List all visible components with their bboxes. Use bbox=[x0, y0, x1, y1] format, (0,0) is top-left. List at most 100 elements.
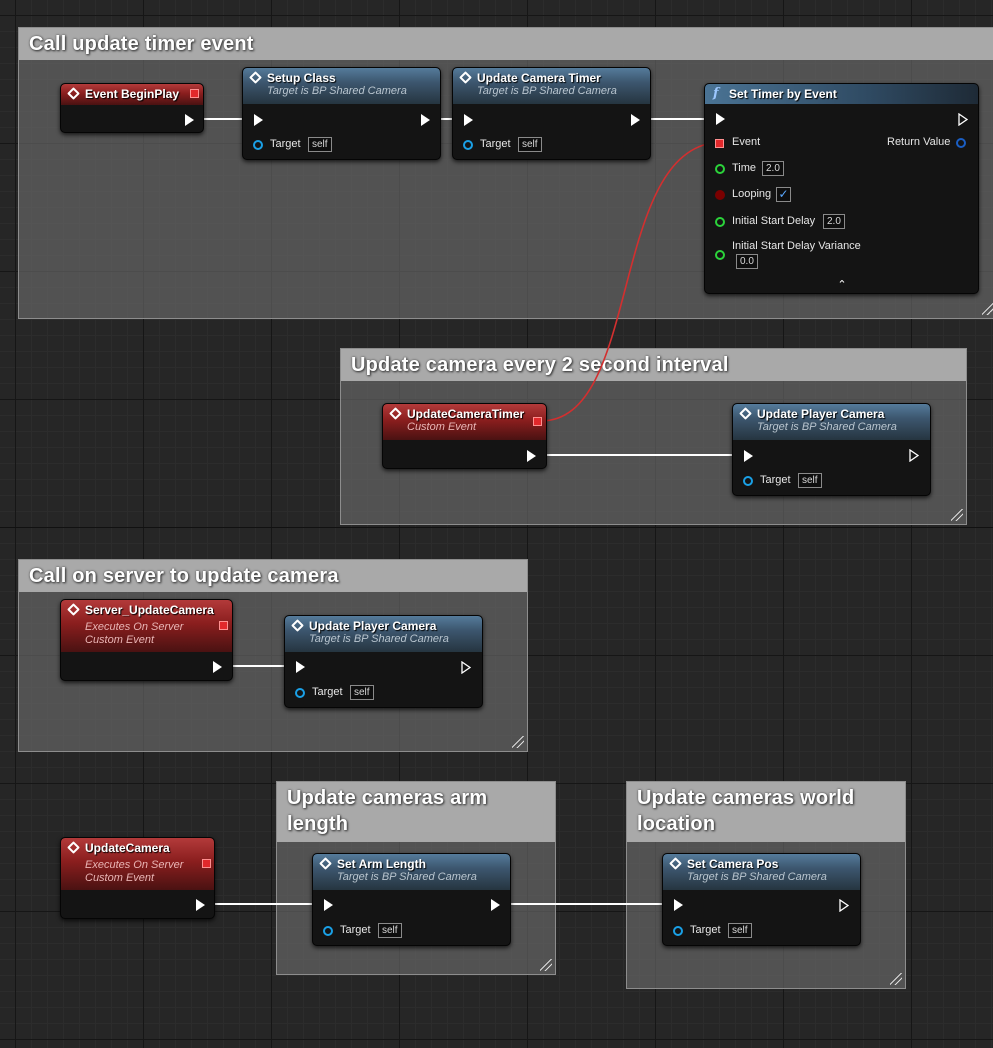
node-header[interactable]: UpdateCamera Executes On Server Custom E… bbox=[61, 838, 214, 890]
exec-input-pin[interactable] bbox=[674, 899, 683, 911]
comment-title-line: Update cameras world bbox=[637, 787, 855, 809]
exec-output-pin-icon[interactable] bbox=[958, 113, 969, 126]
target-label: Target bbox=[480, 138, 511, 150]
delegate-output-pin[interactable] bbox=[202, 859, 211, 868]
resize-grip-icon[interactable] bbox=[512, 736, 524, 748]
node-title: Update Player Camera bbox=[309, 619, 437, 633]
node-header[interactable]: Update Camera Timer Target is BP Shared … bbox=[453, 68, 650, 104]
resize-grip-icon[interactable] bbox=[951, 509, 963, 521]
node-header[interactable]: f Set Timer by Event bbox=[705, 84, 978, 104]
node-title: Update Camera Timer bbox=[477, 71, 601, 85]
node-header[interactable]: UpdateCameraTimer Custom Event bbox=[383, 404, 546, 440]
setup-class-node[interactable]: Setup Class Target is BP Shared Camera T… bbox=[242, 67, 441, 160]
update-player-camera-node[interactable]: Update Player Camera Target is BP Shared… bbox=[732, 403, 931, 496]
time-pin[interactable] bbox=[715, 164, 725, 174]
server-update-camera-event-node[interactable]: Server_UpdateCamera Executes On Server C… bbox=[60, 599, 233, 681]
exec-output-pin-icon[interactable] bbox=[461, 661, 472, 674]
set-arm-length-node[interactable]: Set Arm Length Target is BP Shared Camer… bbox=[312, 853, 511, 946]
resize-grip-icon[interactable] bbox=[982, 303, 993, 315]
exec-output-pin[interactable] bbox=[421, 114, 430, 126]
node-header[interactable]: Set Arm Length Target is BP Shared Camer… bbox=[313, 854, 510, 890]
resize-grip-icon[interactable] bbox=[890, 973, 902, 985]
exec-input-pin[interactable] bbox=[716, 113, 725, 125]
exec-output-pin-icon[interactable] bbox=[909, 449, 920, 462]
event-beginplay-node[interactable]: Event BeginPlay bbox=[60, 83, 204, 133]
node-subtitle: Custom Event bbox=[85, 634, 155, 646]
update-camera-timer-event-node[interactable]: UpdateCameraTimer Custom Event bbox=[382, 403, 547, 469]
event-delegate-pin[interactable] bbox=[715, 139, 724, 148]
initial-start-delay-pin[interactable] bbox=[715, 217, 725, 227]
function-icon bbox=[739, 407, 752, 420]
target-value[interactable]: self bbox=[378, 923, 402, 938]
target-value[interactable]: self bbox=[728, 923, 752, 938]
update-camera-event-node[interactable]: UpdateCamera Executes On Server Custom E… bbox=[60, 837, 215, 919]
comment-title[interactable]: Update camera every 2 second interval bbox=[341, 349, 966, 381]
node-header[interactable]: Setup Class Target is BP Shared Camera bbox=[243, 68, 440, 104]
function-icon bbox=[459, 71, 472, 84]
set-timer-by-event-node[interactable]: f Set Timer by Event Event Return Value … bbox=[704, 83, 979, 294]
target-value[interactable]: self bbox=[798, 473, 822, 488]
target-pin[interactable] bbox=[463, 140, 473, 150]
node-subtitle: Target is BP Shared Camera bbox=[687, 871, 827, 883]
return-value-label: Return Value bbox=[887, 136, 951, 148]
target-value[interactable]: self bbox=[350, 685, 374, 700]
exec-input-pin[interactable] bbox=[324, 899, 333, 911]
node-header[interactable]: Update Player Camera Target is BP Shared… bbox=[285, 616, 482, 652]
time-value[interactable]: 2.0 bbox=[762, 161, 784, 176]
exec-output-pin[interactable] bbox=[527, 450, 536, 462]
comment-title[interactable]: Update cameras arm length bbox=[277, 782, 555, 842]
node-header[interactable]: Update Player Camera Target is BP Shared… bbox=[733, 404, 930, 440]
function-icon bbox=[291, 619, 304, 632]
delegate-output-pin[interactable] bbox=[190, 89, 199, 98]
initial-start-delay-variance-pin[interactable] bbox=[715, 250, 725, 260]
comment-title-line: length bbox=[287, 813, 349, 835]
comment-title[interactable]: Call update timer event bbox=[19, 28, 993, 60]
target-pin[interactable] bbox=[323, 926, 333, 936]
set-camera-pos-node[interactable]: Set Camera Pos Target is BP Shared Camer… bbox=[662, 853, 861, 946]
node-header[interactable]: Event BeginPlay bbox=[61, 84, 203, 105]
exec-output-pin[interactable] bbox=[196, 899, 205, 911]
node-title: UpdateCamera bbox=[85, 841, 170, 855]
resize-grip-icon[interactable] bbox=[540, 959, 552, 971]
target-pin[interactable] bbox=[295, 688, 305, 698]
exec-output-pin[interactable] bbox=[491, 899, 500, 911]
exec-input-pin[interactable] bbox=[744, 450, 753, 462]
target-value[interactable]: self bbox=[308, 137, 332, 152]
target-label: Target bbox=[340, 924, 371, 936]
node-title: Server_UpdateCamera bbox=[85, 603, 214, 617]
event-icon bbox=[389, 407, 402, 420]
event-icon bbox=[67, 603, 80, 616]
update-player-camera-node[interactable]: Update Player Camera Target is BP Shared… bbox=[284, 615, 483, 708]
exec-input-pin[interactable] bbox=[254, 114, 263, 126]
looping-label: Looping bbox=[732, 188, 772, 200]
exec-input-pin[interactable] bbox=[464, 114, 473, 126]
update-camera-timer-call-node[interactable]: Update Camera Timer Target is BP Shared … bbox=[452, 67, 651, 160]
comment-title[interactable]: Call on server to update camera bbox=[19, 560, 527, 592]
return-value-pin[interactable] bbox=[956, 138, 966, 148]
target-label: Target bbox=[270, 138, 301, 150]
node-title: Set Camera Pos bbox=[687, 857, 779, 871]
target-pin[interactable] bbox=[253, 140, 263, 150]
exec-output-pin[interactable] bbox=[631, 114, 640, 126]
delegate-output-pin[interactable] bbox=[533, 417, 542, 426]
comment-title[interactable]: Update cameras world location bbox=[627, 782, 905, 842]
target-label: Target bbox=[312, 686, 343, 698]
node-header[interactable]: Server_UpdateCamera Executes On Server C… bbox=[61, 600, 232, 652]
initial-start-delay-variance-value[interactable]: 0.0 bbox=[736, 254, 758, 269]
exec-input-pin[interactable] bbox=[296, 661, 305, 673]
collapse-chevron-icon[interactable]: ⌃ bbox=[837, 280, 847, 291]
node-header[interactable]: Set Camera Pos Target is BP Shared Camer… bbox=[663, 854, 860, 890]
target-pin[interactable] bbox=[743, 476, 753, 486]
exec-output-pin-icon[interactable] bbox=[839, 899, 850, 912]
exec-output-pin[interactable] bbox=[213, 661, 222, 673]
target-value[interactable]: self bbox=[518, 137, 542, 152]
exec-output-pin[interactable] bbox=[185, 114, 194, 126]
delegate-output-pin[interactable] bbox=[219, 621, 228, 630]
target-pin[interactable] bbox=[673, 926, 683, 936]
node-subtitle: Custom Event bbox=[85, 872, 155, 884]
looping-pin[interactable] bbox=[715, 190, 725, 200]
looping-checkbox[interactable]: ✓ bbox=[776, 187, 791, 202]
initial-start-delay-value[interactable]: 2.0 bbox=[823, 214, 845, 229]
node-subtitle: Target is BP Shared Camera bbox=[757, 421, 897, 433]
node-subtitle: Target is BP Shared Camera bbox=[267, 85, 407, 97]
